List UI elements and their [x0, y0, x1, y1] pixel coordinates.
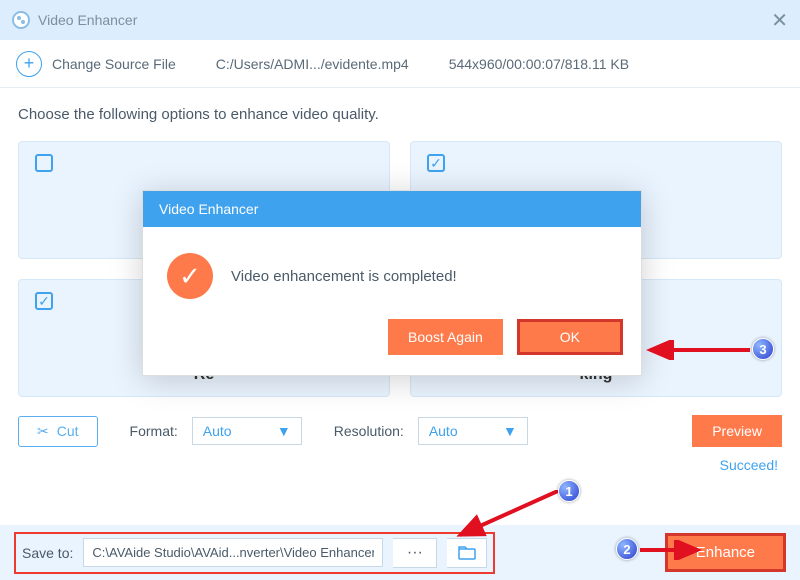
format-value: Auto — [203, 423, 232, 439]
close-icon[interactable]: ✕ — [771, 8, 788, 33]
checkbox-icon[interactable] — [35, 292, 53, 310]
checkbox-icon[interactable] — [35, 154, 53, 172]
enhance-button[interactable]: Enhance — [665, 533, 786, 572]
source-info: 544x960/00:00:07/818.11 KB — [449, 56, 629, 72]
plus-icon: + — [16, 51, 42, 77]
source-bar: + Change Source File C:/Users/ADMI.../ev… — [0, 40, 800, 88]
folder-icon — [458, 546, 476, 560]
source-path: C:/Users/ADMI.../evidente.mp4 — [216, 56, 409, 72]
format-label: Format: — [130, 423, 178, 439]
caret-down-icon: ▼ — [277, 423, 291, 439]
resolution-label: Resolution: — [334, 423, 404, 439]
preview-button[interactable]: Preview — [692, 415, 782, 447]
browse-button[interactable]: ··· — [393, 538, 437, 568]
ok-button[interactable]: OK — [517, 319, 623, 355]
dialog-body: ✓ Video enhancement is completed! — [143, 227, 641, 319]
title-bar: Video Enhancer ✕ — [0, 0, 800, 40]
annotation-badge-2: 2 — [616, 538, 638, 560]
instruction-text: Choose the following options to enhance … — [18, 106, 782, 123]
resolution-dropdown[interactable]: Auto ▼ — [418, 417, 528, 445]
succeed-text: Succeed! — [18, 457, 782, 473]
save-to-label: Save to: — [22, 545, 73, 561]
cut-label: Cut — [57, 423, 79, 439]
boost-again-button[interactable]: Boost Again — [388, 319, 503, 355]
dialog-actions: Boost Again OK — [143, 319, 641, 375]
app-title: Video Enhancer — [38, 12, 137, 28]
open-folder-button[interactable] — [447, 538, 487, 568]
annotation-badge-3: 3 — [752, 338, 774, 360]
scissors-icon: ✂ — [37, 423, 49, 440]
change-source-label: Change Source File — [52, 56, 176, 72]
change-source-button[interactable]: + Change Source File — [16, 51, 176, 77]
resolution-value: Auto — [429, 423, 458, 439]
app-logo-icon — [12, 11, 30, 29]
caret-down-icon: ▼ — [503, 423, 517, 439]
cut-button[interactable]: ✂ Cut — [18, 416, 98, 447]
bottom-bar: Save to: ··· Enhance — [0, 525, 800, 580]
dialog-message: Video enhancement is completed! — [231, 268, 457, 285]
checkbox-icon[interactable] — [427, 154, 445, 172]
dialog-title: Video Enhancer — [143, 191, 641, 227]
check-circle-icon: ✓ — [167, 253, 213, 299]
completion-dialog: Video Enhancer ✓ Video enhancement is co… — [142, 190, 642, 376]
save-group: Save to: ··· — [14, 532, 495, 574]
save-path-input[interactable] — [83, 538, 383, 567]
annotation-badge-1: 1 — [558, 480, 580, 502]
format-dropdown[interactable]: Auto ▼ — [192, 417, 302, 445]
controls-row: ✂ Cut Format: Auto ▼ Resolution: Auto ▼ … — [18, 415, 782, 447]
